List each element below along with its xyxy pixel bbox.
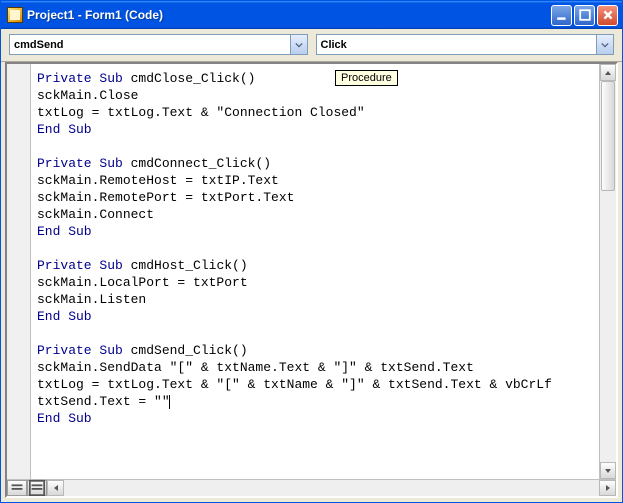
scroll-left-button[interactable] (47, 480, 64, 496)
minimize-button[interactable] (551, 5, 572, 26)
window-title: Project1 - Form1 (Code) (27, 8, 551, 22)
tooltip: Procedure (335, 70, 398, 86)
object-combobox[interactable]: cmdSend (9, 34, 308, 55)
chevron-down-icon[interactable] (290, 35, 307, 54)
close-button[interactable] (597, 5, 618, 26)
titlebar[interactable]: Project1 - Form1 (Code) (1, 1, 622, 29)
object-combobox-text: cmdSend (10, 39, 290, 51)
horizontal-scroll-track[interactable] (64, 480, 599, 496)
view-mode-buttons (7, 480, 47, 496)
code-window: Project1 - Form1 (Code) cmdSend Click (0, 0, 623, 503)
code-scroll-wrap: Private Sub cmdClose_Click()sckMain.Clos… (7, 64, 616, 479)
form-icon (7, 7, 23, 23)
vertical-scroll-track[interactable] (600, 81, 616, 462)
full-module-view-button[interactable] (27, 480, 47, 496)
scroll-up-button[interactable] (600, 64, 616, 81)
chevron-down-icon[interactable] (596, 35, 613, 54)
scroll-down-button[interactable] (600, 462, 616, 479)
procedure-combobox[interactable]: Click (316, 34, 615, 55)
vertical-scrollbar[interactable] (599, 64, 616, 479)
procedure-combobox-text: Click (317, 39, 597, 51)
code-editor[interactable]: Private Sub cmdClose_Click()sckMain.Clos… (31, 64, 599, 479)
scroll-right-button[interactable] (599, 480, 616, 496)
maximize-button[interactable] (574, 5, 595, 26)
horizontal-scrollbar[interactable] (7, 479, 616, 496)
procedure-view-button[interactable] (7, 480, 27, 496)
margin-gutter[interactable] (7, 64, 31, 479)
code-client-area: Private Sub cmdClose_Click()sckMain.Clos… (5, 62, 618, 498)
window-buttons (551, 5, 618, 26)
vertical-scroll-thumb[interactable] (601, 81, 615, 191)
combo-toolbar: cmdSend Click (1, 29, 622, 62)
